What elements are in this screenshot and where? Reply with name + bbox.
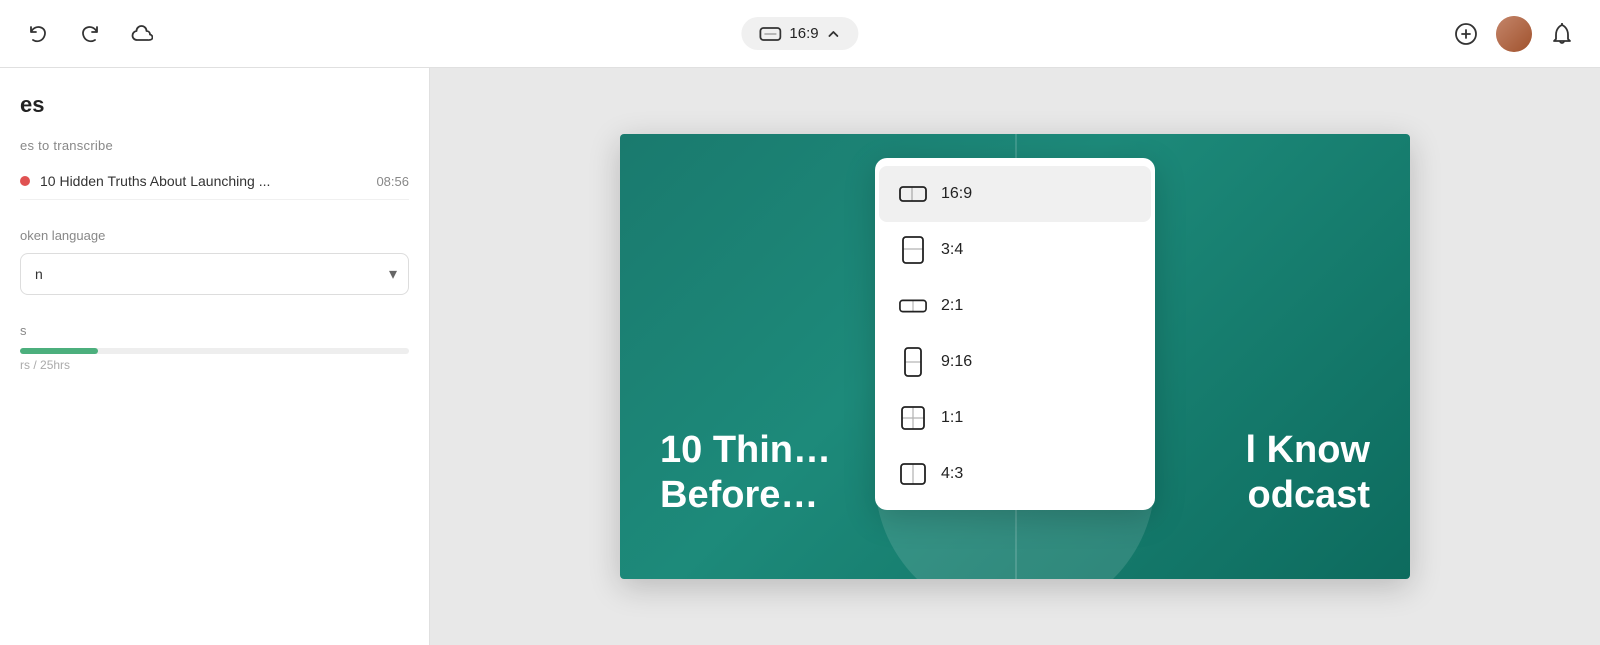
avatar[interactable] bbox=[1496, 16, 1532, 52]
chevron-up-icon bbox=[827, 27, 841, 41]
ratio-icon-16-9 bbox=[899, 180, 927, 208]
credits-bar-wrap bbox=[20, 348, 409, 354]
credits-total: 25hrs bbox=[40, 358, 70, 372]
ratio-icon-1-1 bbox=[899, 404, 927, 432]
credits-bar bbox=[20, 348, 98, 354]
canvas-area: 10 Thin…Before… l Knowodcast 16:9 bbox=[430, 68, 1600, 645]
ratio-icon-9-16 bbox=[899, 348, 927, 376]
aspect-ratio-button[interactable]: 16:9 bbox=[741, 17, 858, 50]
dropdown-item-2-1[interactable]: 2:1 bbox=[879, 278, 1151, 334]
credits-used: rs bbox=[20, 358, 30, 372]
redo-icon bbox=[80, 24, 100, 44]
dropdown-label-9-16: 9:16 bbox=[941, 353, 972, 371]
undo-icon bbox=[28, 24, 48, 44]
toolbar-left bbox=[20, 16, 160, 52]
dropdown-label-4-3: 4:3 bbox=[941, 465, 963, 483]
spoken-language-label: oken language bbox=[20, 228, 409, 243]
sidebar: es es to transcribe 10 Hidden Truths Abo… bbox=[0, 68, 430, 645]
dropdown-label-16-9: 16:9 bbox=[941, 185, 972, 203]
cloud-icon bbox=[131, 25, 153, 43]
aspect-ratio-icon bbox=[759, 26, 781, 42]
plus-icon bbox=[1455, 23, 1477, 45]
dropdown-label-3-4: 3:4 bbox=[941, 241, 963, 259]
ratio-icon-4-3 bbox=[899, 460, 927, 488]
toolbar-right bbox=[1448, 16, 1580, 52]
file-duration: 08:56 bbox=[376, 174, 409, 189]
bell-icon bbox=[1552, 23, 1572, 45]
dropdown-item-4-3[interactable]: 4:3 bbox=[879, 446, 1151, 502]
dropdown-item-3-4[interactable]: 3:4 bbox=[879, 222, 1151, 278]
file-name: 10 Hidden Truths About Launching ... bbox=[40, 173, 366, 189]
files-section-label: es to transcribe bbox=[20, 138, 409, 153]
language-select[interactable]: n bbox=[20, 253, 409, 295]
credits-label: s bbox=[20, 323, 409, 338]
toolbar-center: 16:9 bbox=[741, 17, 858, 50]
slide-text-right: l Knowodcast bbox=[1245, 428, 1370, 519]
cloud-button[interactable] bbox=[124, 16, 160, 52]
dropdown-label-1-1: 1:1 bbox=[941, 409, 963, 427]
ratio-icon-2-1 bbox=[899, 292, 927, 320]
file-status-dot bbox=[20, 176, 30, 186]
add-button[interactable] bbox=[1448, 16, 1484, 52]
redo-button[interactable] bbox=[72, 16, 108, 52]
credits-text: rs / 25hrs bbox=[20, 358, 409, 372]
dropdown-item-1-1[interactable]: 1:1 bbox=[879, 390, 1151, 446]
dropdown-item-16-9[interactable]: 16:9 bbox=[879, 166, 1151, 222]
slide-text-left: 10 Thin…Before… bbox=[660, 428, 831, 519]
sidebar-title: es bbox=[20, 92, 409, 118]
language-select-wrapper: n ▾ bbox=[20, 253, 409, 295]
dropdown-label-2-1: 2:1 bbox=[941, 297, 963, 315]
file-item[interactable]: 10 Hidden Truths About Launching ... 08:… bbox=[20, 163, 409, 200]
aspect-ratio-dropdown: 16:9 3:4 2:1 bbox=[875, 158, 1155, 510]
dropdown-item-9-16[interactable]: 9:16 bbox=[879, 334, 1151, 390]
undo-button[interactable] bbox=[20, 16, 56, 52]
toolbar: 16:9 bbox=[0, 0, 1600, 68]
aspect-ratio-label: 16:9 bbox=[789, 25, 818, 42]
notifications-button[interactable] bbox=[1544, 16, 1580, 52]
ratio-icon-3-4 bbox=[899, 236, 927, 264]
